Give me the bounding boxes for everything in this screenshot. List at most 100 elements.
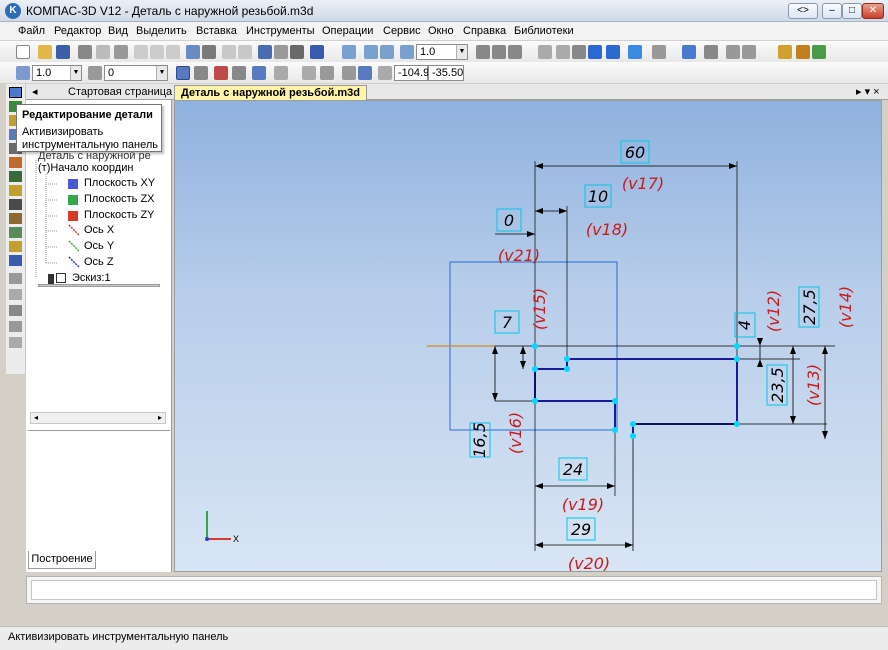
layer-icon[interactable] bbox=[88, 66, 102, 80]
measure-tool-icon[interactable] bbox=[9, 273, 22, 284]
line-scale-field[interactable]: 1.0 ▼ bbox=[32, 65, 82, 81]
dim-value-60[interactable]: 60 bbox=[625, 143, 645, 162]
menu-insert[interactable]: Вставка bbox=[196, 25, 237, 37]
mcx-icon[interactable] bbox=[742, 45, 756, 59]
tree-horizontal-scrollbar[interactable]: ◂ ▸ bbox=[30, 412, 166, 424]
coord-x-field[interactable]: -104.9 bbox=[394, 65, 429, 81]
library-icon-1[interactable] bbox=[778, 45, 792, 59]
dim-value-4[interactable]: 4 bbox=[735, 320, 754, 330]
model-viewport[interactable]: 60 (v17) 10 (v18) 0 (v21) 7 (v15) 16,5 (… bbox=[174, 100, 882, 572]
properties-icon[interactable] bbox=[186, 45, 200, 59]
tree-toggle-icon[interactable] bbox=[682, 45, 696, 59]
scroll-left-icon[interactable]: ◂ bbox=[31, 413, 41, 423]
tabs-scroll-left-icon[interactable]: ◂ bbox=[26, 85, 44, 100]
undo-icon[interactable] bbox=[222, 45, 236, 59]
dim-value-0[interactable]: 0 bbox=[504, 211, 514, 230]
grid-icon[interactable] bbox=[274, 66, 288, 80]
zoom-in-icon[interactable] bbox=[364, 45, 378, 59]
grid-snap-icon[interactable] bbox=[194, 66, 208, 80]
tree-plane-zy[interactable]: Плоскость ZY bbox=[84, 209, 155, 221]
select-tool-icon[interactable] bbox=[9, 289, 22, 300]
orthogonal-icon[interactable] bbox=[320, 66, 334, 80]
round-icon[interactable] bbox=[252, 66, 266, 80]
report-icon[interactable] bbox=[9, 337, 22, 348]
tree-axis-x[interactable]: Ось X bbox=[84, 224, 114, 236]
hidden-lines-icon[interactable] bbox=[556, 45, 570, 59]
redo-icon[interactable] bbox=[238, 45, 252, 59]
maximize-button[interactable]: □ bbox=[842, 3, 862, 19]
fillet-icon[interactable] bbox=[9, 185, 22, 196]
library-manager-icon[interactable] bbox=[258, 45, 272, 59]
line-style-icon[interactable] bbox=[16, 66, 30, 80]
save-icon[interactable] bbox=[56, 45, 70, 59]
menu-view[interactable]: Вид bbox=[108, 25, 128, 37]
restore-caption-button[interactable]: <> bbox=[788, 3, 818, 19]
local-cs-icon[interactable] bbox=[302, 66, 316, 80]
spec-icon[interactable] bbox=[9, 321, 22, 332]
menu-libraries[interactable]: Библиотеки bbox=[514, 25, 574, 37]
help-pointer-icon[interactable] bbox=[310, 45, 324, 59]
dim-value-7[interactable]: 7 bbox=[502, 313, 513, 332]
minimize-button[interactable]: – bbox=[822, 3, 842, 19]
tab-start-page[interactable]: Стартовая страница bbox=[62, 85, 178, 100]
tree-axis-y[interactable]: Ось Y bbox=[84, 240, 114, 252]
close-button[interactable]: ✕ bbox=[862, 3, 884, 19]
wireframe-icon[interactable] bbox=[538, 45, 552, 59]
surface-icon[interactable] bbox=[9, 305, 22, 316]
menu-file[interactable]: Файл bbox=[18, 25, 45, 37]
edit-part-icon[interactable] bbox=[9, 87, 22, 98]
coord-y-field[interactable]: -35.50 bbox=[428, 65, 464, 81]
manager-icon[interactable] bbox=[202, 45, 216, 59]
halftone-edges-icon[interactable] bbox=[606, 45, 620, 59]
menu-window[interactable]: Окно bbox=[428, 25, 454, 37]
menu-editor[interactable]: Редактор bbox=[54, 25, 101, 37]
paste-icon[interactable] bbox=[166, 45, 180, 59]
rotate-icon[interactable] bbox=[492, 45, 506, 59]
chamfer-icon[interactable] bbox=[9, 199, 22, 210]
cursor-coords-icon[interactable] bbox=[358, 66, 372, 80]
orientation-icon[interactable] bbox=[508, 45, 522, 59]
menu-select[interactable]: Выделить bbox=[136, 25, 187, 37]
tree-sketch-1[interactable]: Эскиз:1 bbox=[72, 272, 111, 284]
magnet-icon[interactable] bbox=[214, 66, 228, 80]
copy-icon[interactable] bbox=[150, 45, 164, 59]
dim-value-10[interactable]: 10 bbox=[588, 187, 608, 206]
sketch-canvas[interactable]: 60 (v17) 10 (v18) 0 (v21) 7 (v15) 16,5 (… bbox=[175, 101, 882, 572]
new-document-icon[interactable] bbox=[16, 45, 30, 59]
filter-icon[interactable] bbox=[652, 45, 666, 59]
chevron-down-icon[interactable]: ▼ bbox=[456, 45, 467, 59]
menu-tools[interactable]: Инструменты bbox=[246, 25, 315, 37]
perspective-icon[interactable] bbox=[628, 45, 642, 59]
dim-value-24[interactable]: 24 bbox=[563, 460, 583, 479]
tree-plane-xy[interactable]: Плоскость XY bbox=[84, 177, 155, 189]
print-preview-icon[interactable] bbox=[96, 45, 110, 59]
xy-coords-icon[interactable] bbox=[378, 66, 392, 80]
tab-construction[interactable]: Построение bbox=[28, 551, 96, 569]
measure-icon[interactable] bbox=[726, 45, 740, 59]
dim-value-16-5[interactable]: 16,5 bbox=[470, 422, 489, 458]
dim-value-29[interactable]: 29 bbox=[571, 520, 591, 539]
pan-icon[interactable] bbox=[476, 45, 490, 59]
hole-icon[interactable] bbox=[9, 241, 22, 252]
tree-axis-z[interactable]: Ось Z bbox=[84, 256, 114, 268]
cut-extrude-icon[interactable] bbox=[9, 171, 22, 182]
dim-value-27-5[interactable]: 27,5 bbox=[800, 289, 819, 325]
zoom-scale-icon[interactable] bbox=[400, 45, 414, 59]
rib-icon[interactable] bbox=[9, 213, 22, 224]
print-icon[interactable] bbox=[78, 45, 92, 59]
shell-icon[interactable] bbox=[9, 227, 22, 238]
zoom-field[interactable]: 1.0 ▼ bbox=[416, 44, 468, 60]
chevron-down-icon[interactable]: ▼ bbox=[156, 66, 167, 80]
zoom-out-icon[interactable] bbox=[380, 45, 394, 59]
open-folder-icon[interactable] bbox=[38, 45, 52, 59]
tabs-nav-controls[interactable]: ▸ ▾ × bbox=[850, 85, 886, 100]
menu-help[interactable]: Справка bbox=[463, 25, 506, 37]
cut-icon[interactable] bbox=[134, 45, 148, 59]
loft-icon[interactable] bbox=[9, 157, 22, 168]
scroll-right-icon[interactable]: ▸ bbox=[155, 413, 165, 423]
menu-service[interactable]: Сервис bbox=[383, 25, 421, 37]
local-snap-icon[interactable] bbox=[232, 66, 246, 80]
library-icon-2[interactable] bbox=[796, 45, 810, 59]
param-mode-icon[interactable] bbox=[342, 66, 356, 80]
tree-plane-zx[interactable]: Плоскость ZX bbox=[84, 193, 155, 205]
